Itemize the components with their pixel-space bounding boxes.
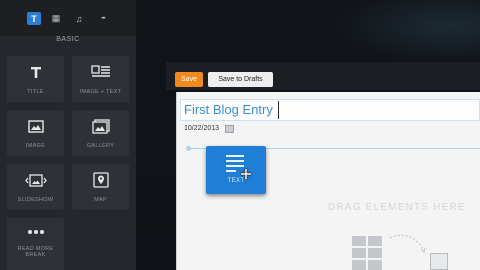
drag-elements-hint: DRAG ELEMENTS HERE [328, 202, 466, 213]
title-icon [7, 56, 64, 88]
more-icon: ••• [101, 15, 105, 22]
tile-map[interactable]: MAP [72, 164, 129, 210]
tile-label: GALLERY [86, 143, 115, 149]
tile-label: READ MORE BREAK [17, 246, 54, 258]
dragged-element-label: TEXT [227, 178, 245, 184]
post-title-input[interactable]: First Blog Entry [184, 101, 279, 119]
tile-label: MAP [94, 197, 107, 203]
tab-more[interactable]: ••• [96, 12, 110, 25]
move-cursor-icon [240, 168, 252, 180]
tile-read-more-break[interactable]: READ MORE BREAK [7, 218, 64, 270]
tab-text[interactable]: T [27, 12, 41, 25]
drop-target-icon [430, 253, 448, 270]
calendar-icon[interactable] [225, 125, 234, 133]
image-text-icon [72, 56, 129, 88]
save-button[interactable]: Save [175, 72, 203, 87]
dragged-text-element[interactable]: TEXT [206, 146, 266, 194]
grid-icon [350, 232, 384, 270]
section-label: BASIC [56, 36, 80, 43]
more-dots-icon [7, 218, 64, 246]
elements-sidebar: T ▦ ♫ ••• BASIC TITLE IMAGE + TEXT IMAGE [0, 0, 136, 270]
tile-slideshow[interactable]: SLIDESHOW [7, 164, 64, 210]
tile-image[interactable]: IMAGE [7, 110, 64, 156]
map-icon [72, 164, 129, 196]
drag-arrow-icon [389, 234, 426, 254]
tile-label: IMAGE [25, 143, 46, 149]
text-icon: T [31, 13, 37, 24]
tile-image-text[interactable]: IMAGE + TEXT [72, 56, 129, 102]
slideshow-icon [7, 164, 64, 196]
sidebar-tabbar: T ▦ ♫ ••• [0, 0, 136, 36]
layout-icon: ▦ [51, 13, 61, 23]
tile-gallery[interactable]: GALLERY [72, 110, 129, 156]
gallery-icon [72, 110, 129, 142]
tab-media[interactable]: ♫ [72, 12, 86, 25]
music-icon: ♫ [75, 13, 83, 24]
tile-label: SLIDESHOW [17, 197, 54, 203]
save-to-drafts-button[interactable]: Save to Drafts [208, 72, 273, 87]
tile-label: TITLE [27, 89, 44, 95]
image-icon [7, 110, 64, 142]
tile-title[interactable]: TITLE [7, 56, 64, 102]
background-glow [330, 0, 480, 65]
tab-layout[interactable]: ▦ [49, 12, 63, 25]
tile-label: IMAGE + TEXT [79, 89, 122, 95]
post-date[interactable]: 10/22/2013 [184, 125, 219, 132]
